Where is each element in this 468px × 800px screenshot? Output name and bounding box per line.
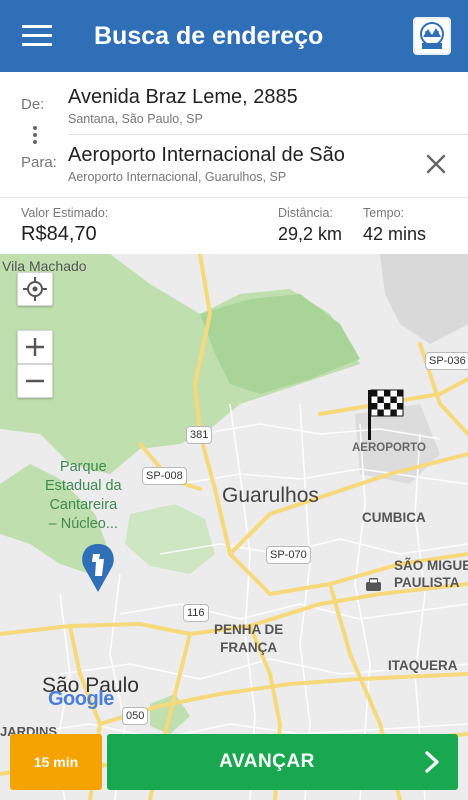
road-shield-sp070: SP-070 (266, 546, 311, 564)
destination-address-field[interactable]: Aeroporto Internacional de São (68, 144, 345, 167)
sao-miguel-line-1: SÃO MIGUE (394, 558, 468, 573)
divider (68, 134, 468, 135)
park-line-3: Cantareira (49, 497, 118, 513)
crosshair-icon (23, 277, 47, 301)
map-label-park: Parque Estadual da Cantareira – Núcleo..… (45, 458, 122, 534)
chevron-right-icon (422, 750, 442, 774)
sao-miguel-line-2: PAULISTA (394, 575, 460, 590)
app-bar: Busca de endereço (0, 0, 468, 72)
zoom-out-button[interactable] (17, 364, 53, 398)
price-label: Valor Estimado: (21, 206, 109, 220)
road-shield-sp008: SP-008 (142, 467, 187, 485)
page-title: Busca de endereço (94, 22, 324, 50)
minus-icon (26, 379, 44, 383)
plus-icon (26, 338, 44, 356)
map-label-vila-machado: Vila Machado (2, 258, 87, 274)
google-logo: Google (48, 688, 114, 710)
price-value: R$84,70 (21, 223, 97, 245)
road-shield-381: 381 (186, 426, 213, 444)
park-line-4: – Núcleo... (48, 516, 118, 532)
map-label-aeroporto: AEROPORTO (352, 442, 426, 454)
distance-value: 29,2 km (278, 224, 343, 244)
time-value: 42 mins (363, 224, 427, 244)
road-shield-116: 116 (183, 604, 209, 622)
next-button-label: AVANÇAR (219, 751, 315, 772)
road-shield-sp036: SP-036 (425, 352, 468, 370)
from-label: De: (21, 96, 45, 113)
route-connector-icon (33, 126, 37, 147)
my-location-button[interactable] (17, 272, 53, 306)
penha-line-2: FRANÇA (220, 640, 278, 655)
penha-line-1: PENHA DE (214, 622, 284, 637)
time-button[interactable]: 15 min (10, 734, 102, 790)
next-button[interactable]: AVANÇAR (107, 734, 458, 790)
map-label-penha: PENHA DE FRANÇA (214, 621, 283, 657)
to-label: Para: (21, 154, 57, 171)
hamburger-menu-icon[interactable] (22, 25, 52, 47)
park-line-2: Estadual da (45, 478, 122, 494)
map-view[interactable]: Vila Machado SP-036 381 SP-008 AEROPORTO… (0, 254, 468, 800)
map-label-guarulhos: Guarulhos (222, 484, 319, 507)
park-line-1: Parque (59, 459, 107, 475)
time-label: Tempo: (363, 206, 404, 220)
origin-address-detail: Santana, São Paulo, SP (68, 112, 203, 126)
map-label-cumbica: CUMBICA (362, 510, 426, 525)
estimate-bar: Valor Estimado: R$84,70 Distância: 29,2 … (0, 197, 468, 254)
road-shield-050: 050 (122, 707, 149, 725)
close-icon[interactable] (424, 152, 448, 176)
map-label-sao-miguel: SÃO MIGUE PAULISTA (394, 557, 468, 591)
distance-label: Distância: (278, 206, 333, 220)
zoom-in-button[interactable] (17, 330, 53, 364)
route-panel: De: Avenida Braz Leme, 2885 Santana, São… (0, 72, 468, 197)
origin-address-field[interactable]: Avenida Braz Leme, 2885 (68, 86, 298, 109)
map-label-itaquera: ITAQUERA (388, 658, 458, 673)
destination-address-detail: Aeroporto Internacional, Guarulhos, SP (68, 170, 287, 184)
app-logo-icon[interactable] (413, 17, 451, 55)
